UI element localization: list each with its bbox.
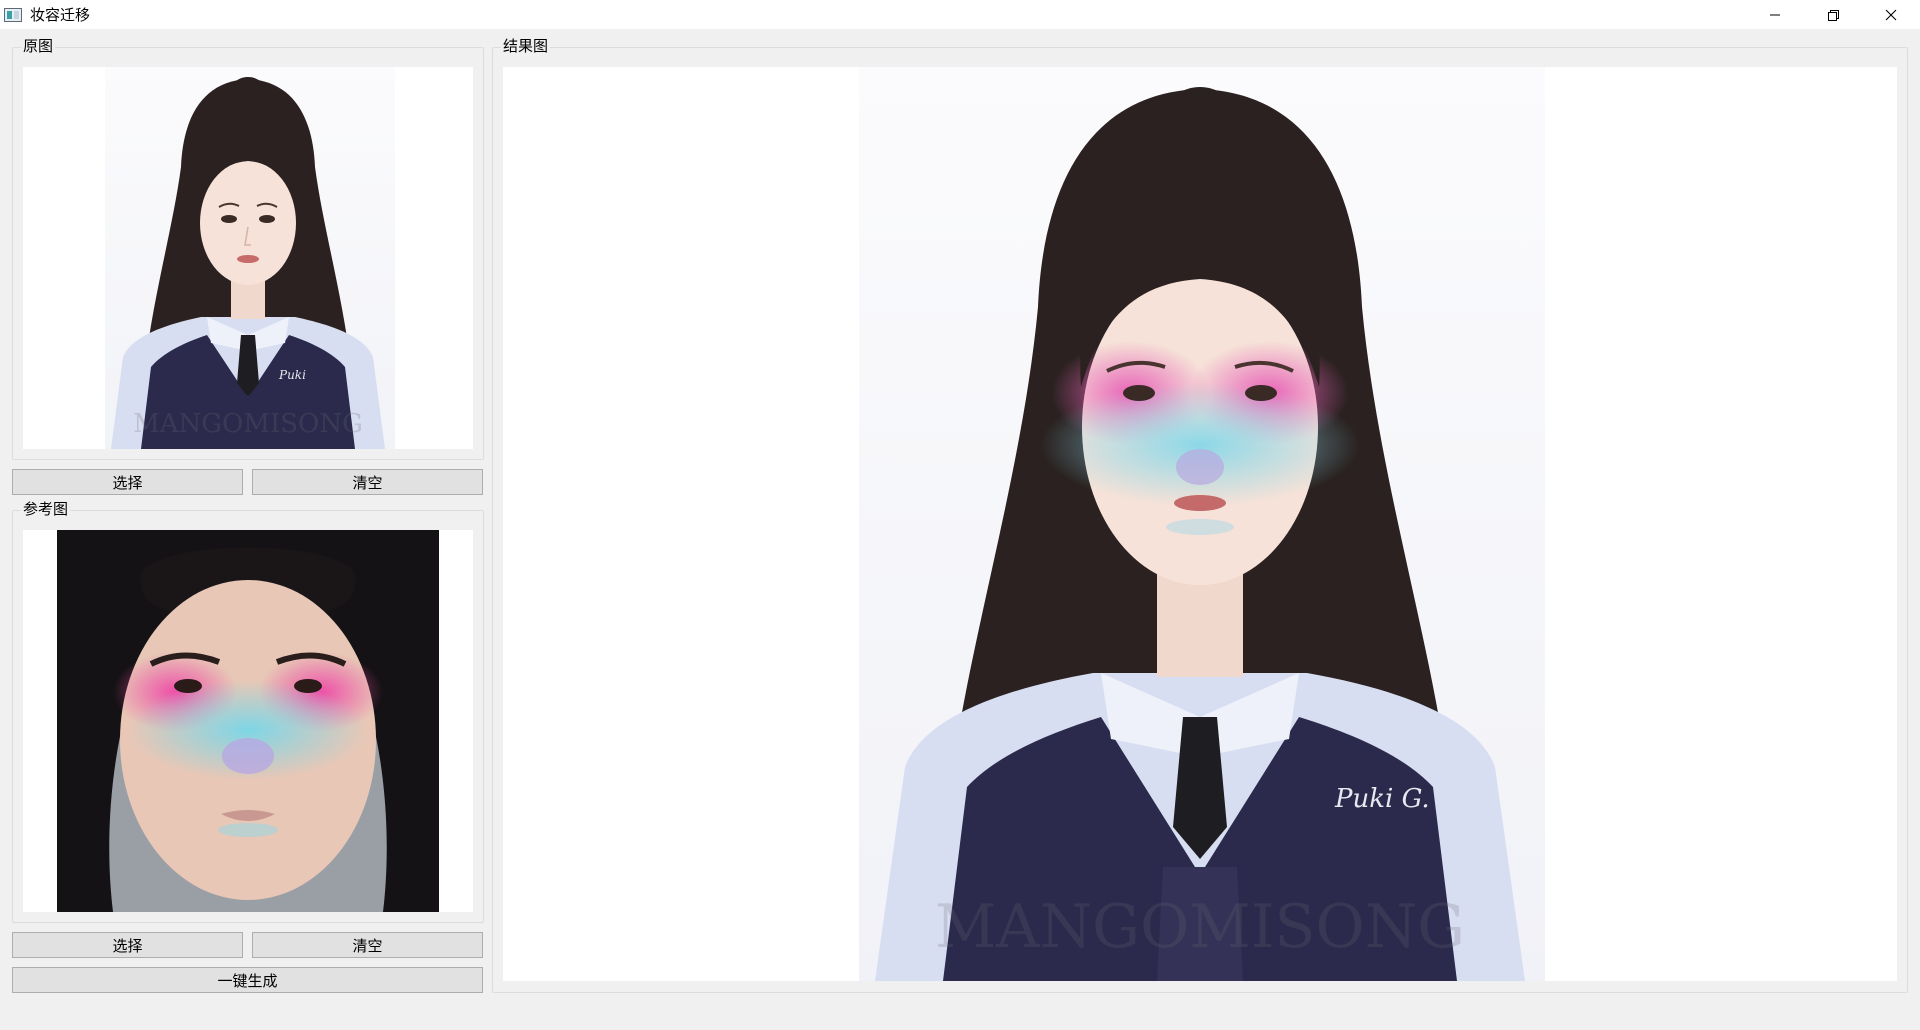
source-select-button[interactable]: 选择 bbox=[12, 469, 243, 495]
reference-group-title: 参考图 bbox=[21, 501, 71, 519]
source-portrait-image: Puki MANGOMISONG bbox=[23, 67, 473, 449]
source-image-area: Puki MANGOMISONG bbox=[23, 67, 473, 449]
window-title: 妆容迁移 bbox=[30, 7, 91, 24]
minimize-button[interactable] bbox=[1746, 0, 1804, 29]
minimize-icon bbox=[1770, 14, 1780, 15]
result-group: Puki G. MANGOMISONG 结果图 bbox=[492, 38, 1908, 993]
svg-text:Puki: Puki bbox=[278, 368, 306, 382]
svg-text:MANGOMISONG: MANGOMISONG bbox=[133, 409, 363, 439]
close-button[interactable] bbox=[1862, 0, 1920, 29]
main-window: 妆容迁移 Puki MANGOMISONG 原图 选择 清空 参考图 选择 清空… bbox=[0, 0, 1920, 1030]
generate-button[interactable]: 一键生成 bbox=[12, 967, 483, 993]
reference-group: 参考图 bbox=[12, 501, 484, 923]
reference-image-area bbox=[23, 530, 473, 912]
window-controls bbox=[1746, 0, 1920, 29]
watermark-text: MANGOMISONG bbox=[935, 892, 1465, 962]
title-bar[interactable]: 妆容迁移 bbox=[0, 0, 1920, 29]
result-group-title: 结果图 bbox=[501, 38, 551, 56]
reference-clear-button[interactable]: 清空 bbox=[252, 932, 483, 958]
vest-logo-text: Puki G. bbox=[1334, 784, 1430, 814]
reference-select-button[interactable]: 选择 bbox=[12, 932, 243, 958]
source-group: Puki MANGOMISONG 原图 bbox=[12, 38, 484, 460]
result-portrait-image: Puki G. MANGOMISONG bbox=[503, 67, 1897, 981]
restore-icon bbox=[1828, 9, 1839, 21]
source-group-title: 原图 bbox=[21, 38, 56, 56]
source-clear-button[interactable]: 清空 bbox=[252, 469, 483, 495]
reference-makeup-image bbox=[23, 530, 473, 912]
restore-button[interactable] bbox=[1804, 0, 1862, 29]
close-icon bbox=[1885, 9, 1897, 20]
app-icon bbox=[4, 7, 22, 22]
result-image-area: Puki G. MANGOMISONG bbox=[503, 67, 1897, 981]
